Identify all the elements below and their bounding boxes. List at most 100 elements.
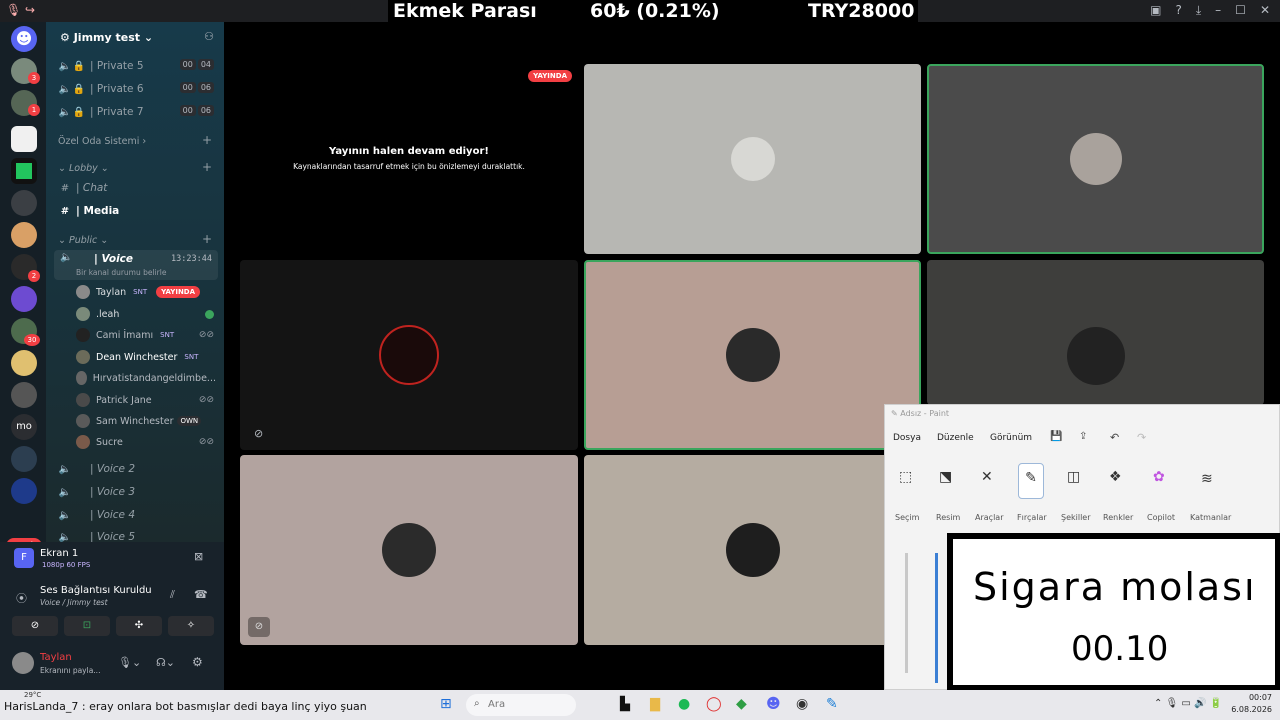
app-icon[interactable]: ◆ [736,696,747,712]
app-icon[interactable]: ▙ [620,697,630,712]
connection-status[interactable]: Ses Bağlantısı Kuruldu [40,585,152,596]
opacity-slider[interactable] [935,553,938,683]
obs-icon[interactable]: ◉ [796,696,808,712]
maximize-button[interactable]: ☐ [1235,3,1246,18]
participant-tile[interactable]: ⊘ [240,455,578,645]
voice-member[interactable]: Patrick Jane ⊘⊘ [76,390,216,410]
weather[interactable]: 29°C [24,691,41,699]
participant-tile[interactable]: ⊘ [240,260,578,450]
drawing-canvas[interactable]: Sigara molası 00.10 [947,533,1280,691]
participant-tile[interactable] [584,455,921,645]
channel-status[interactable]: Bir kanal durumu belirle [76,268,166,277]
connection-sub[interactable]: Voice / Jimmy test [40,598,108,607]
server-icon[interactable] [11,126,37,152]
channel-voice-3[interactable]: 🔈 | Voice 3 [46,481,224,503]
copilot-icon[interactable]: ✿ [1153,469,1165,485]
headphones-icon[interactable]: ☊⌄ [156,656,175,669]
soundboard-button[interactable]: ✧ [168,616,214,636]
add-channel-icon[interactable]: + [202,160,212,174]
deafened-icon: ⊘⊘ [198,395,214,405]
undo-icon[interactable]: ↶ [1110,431,1119,444]
disconnect-icon[interactable]: ☎ [194,588,208,601]
menu-gorunum[interactable]: Görünüm [990,433,1032,443]
voice-member[interactable]: .leah [76,304,216,324]
mic-toggle-icon[interactable]: 🎙⌄ [118,656,141,669]
channel-private-6[interactable]: 🔈 🔒 | Private 6 00 06 [46,78,224,100]
opera-icon[interactable]: ◯ [706,696,722,712]
stop-stream-icon[interactable]: ⊠ [194,550,203,563]
add-channel-icon[interactable]: + [202,232,212,246]
close-button[interactable]: ✕ [1260,3,1270,18]
camera-button[interactable]: ⊘ [12,616,58,636]
image-icon[interactable]: ⬔ [939,469,952,485]
participant-tile-speaking[interactable] [584,260,921,450]
tool-label: Katmanlar [1190,513,1232,522]
menu-dosya[interactable]: Dosya [893,433,921,443]
participant-tile[interactable] [584,64,921,254]
participant-tile[interactable] [927,260,1264,405]
noise-suppression-icon[interactable]: ⫽ [170,588,175,602]
selection-icon[interactable]: ⬚ [899,469,912,485]
help-icon[interactable]: ? [1175,3,1181,18]
shapes-icon[interactable]: ◫ [1067,469,1080,485]
category-ozel-oda[interactable]: Özel Oda Sistemi › [58,136,146,147]
voice-member[interactable]: Hırvatistandangeldimbe... [76,368,216,388]
channel-voice-5[interactable]: 🔈 | Voice 5 [46,526,224,542]
inbox-icon[interactable]: ▣ [1150,3,1161,18]
taskbar-search[interactable]: Ara [466,694,576,716]
server-icon[interactable] [11,222,37,248]
channel-voice-2[interactable]: 🔈 | Voice 2 [46,458,224,480]
user-avatar[interactable] [12,652,34,674]
stream-tile-paused[interactable]: YAYINDA Yayının halen devam ediyor! Kayn… [240,64,578,254]
minimize-button[interactable]: – [1215,3,1221,18]
activities-button[interactable]: ✣ [116,616,162,636]
download-icon[interactable]: ⤓ [1196,3,1201,18]
menu-duzenle[interactable]: Düzenle [937,433,974,443]
brush-size-slider[interactable] [905,553,908,673]
server-mo[interactable]: mo [11,414,37,440]
share-icon[interactable]: ⇪ [1079,431,1087,442]
category-lobby[interactable]: ⌄ Lobby ⌄ [58,163,109,174]
add-channel-icon[interactable]: + [202,133,212,147]
server-name[interactable]: ⚙ Jimmy test ⌄ [60,31,153,44]
brushes-icon[interactable]: ✎ [1018,463,1044,499]
server-icon[interactable] [11,158,37,184]
spotify-icon[interactable]: ● [678,696,690,712]
server-icon[interactable] [11,190,37,216]
channel-private-5[interactable]: 🔈 🔒 | Private 5 00 04 [46,55,224,77]
settings-gear-icon[interactable]: ⚙ [192,655,203,669]
channel-chat[interactable]: # | Chat [46,177,224,199]
tools-icon[interactable]: ✕ [981,469,993,485]
mention-badge: 2 [28,270,40,282]
channel-voice-active[interactable]: 🔈 | Voice 13:23:44 Bir kanal durumu beli… [54,250,218,280]
mic-icon[interactable]: 🎙 ↪ [6,3,35,17]
server-icon[interactable] [11,478,37,504]
voice-member[interactable]: Cami İmamı SNT ⊘⊘ [76,325,216,345]
discord-taskbar-icon[interactable]: ☻ [766,696,781,712]
server-icon[interactable] [11,350,37,376]
channel-voice-4[interactable]: 🔈 | Voice 4 [46,504,224,526]
participant-tile-speaking[interactable] [927,64,1264,254]
voice-member[interactable]: Sucre ⊘⊘ [76,432,216,452]
colors-icon[interactable]: ❖ [1109,469,1122,485]
category-public[interactable]: ⌄ Public ⌄ [58,235,108,246]
voice-member[interactable]: Dean Winchester SNT [76,347,216,367]
clock[interactable]: 00:07 6.08.2026 [1231,692,1272,716]
server-icon[interactable] [11,286,37,312]
redo-icon[interactable]: ↷ [1137,431,1146,444]
windows-start-icon[interactable]: ⊞ [440,696,452,712]
channel-media[interactable]: # | Media [46,200,224,222]
tray-icons[interactable]: ⌃ 🎙 ▭ 🔊 🔋 [1154,698,1222,709]
paint-taskbar-icon[interactable]: ✎ [826,696,838,712]
discord-home-icon[interactable]: ☻ [11,26,37,52]
save-icon[interactable]: 💾 [1050,431,1062,442]
layers-icon[interactable]: ≋ [1201,471,1213,487]
channel-private-7[interactable]: 🔈 🔒 | Private 7 00 06 [46,101,224,123]
server-icon[interactable] [11,446,37,472]
screen-share-button[interactable]: ⊡ [64,616,110,636]
voice-member[interactable]: Sam Winchester OWN [76,411,216,431]
server-icon[interactable] [11,382,37,408]
invite-icon[interactable]: ⚇ [204,30,214,43]
folder-icon[interactable]: ▇ [650,697,660,712]
voice-member[interactable]: Taylan SNT YAYINDA [76,282,216,302]
